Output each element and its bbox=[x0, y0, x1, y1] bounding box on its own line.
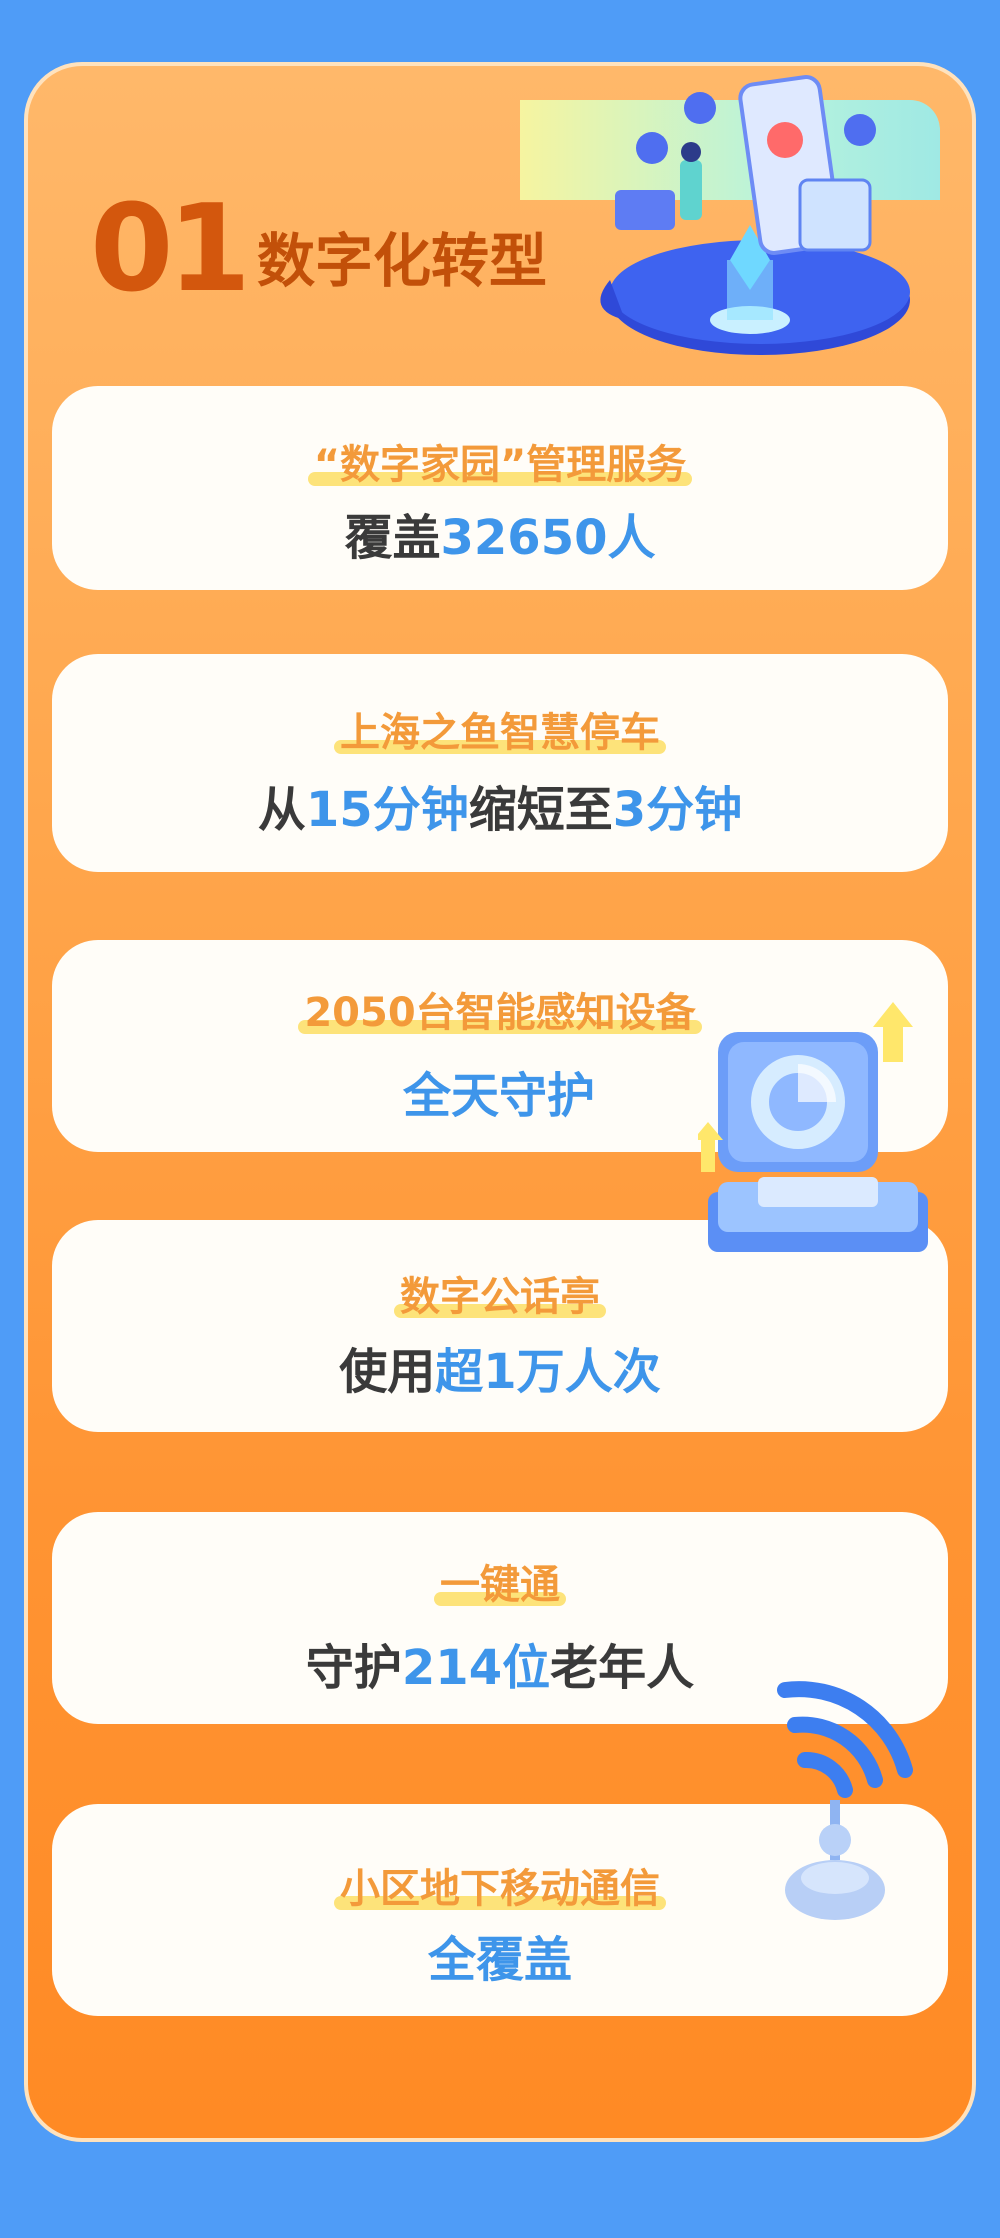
card-text: 从 bbox=[257, 782, 306, 838]
title-text: 数字化转型 bbox=[257, 227, 548, 295]
card-heading: 小区地下移动通信 bbox=[334, 1856, 666, 1914]
monitor-chart-icon bbox=[698, 1002, 928, 1252]
card-text: 缩短至 bbox=[468, 782, 613, 838]
card-highlight: 3分钟 bbox=[612, 782, 743, 838]
card-text: 老年人 bbox=[550, 1640, 695, 1696]
page-title: 01 数字化转型 bbox=[90, 190, 547, 310]
card-highlight: 15分钟 bbox=[305, 782, 469, 838]
card-heading: “数字家园”管理服务 bbox=[307, 432, 693, 490]
card-highlight: 32650人 bbox=[440, 510, 656, 566]
smartphone-hologram-icon bbox=[600, 75, 910, 355]
card-highlight: 214位 bbox=[401, 1640, 551, 1696]
stat-card-parking: 上海之鱼智慧停车 从15分钟缩短至3分钟 bbox=[52, 654, 948, 872]
card-heading: 数字公话亭 bbox=[394, 1264, 606, 1322]
card-heading: 上海之鱼智慧停车 bbox=[334, 700, 666, 758]
title-number: 01 bbox=[90, 180, 251, 319]
card-highlight: 全天守护 bbox=[402, 1068, 595, 1124]
card-text: 使用 bbox=[339, 1344, 436, 1400]
card-heading: 一键通 bbox=[434, 1552, 566, 1610]
card-text: 守护 bbox=[305, 1640, 402, 1696]
card-highlight: 全覆盖 bbox=[427, 1932, 572, 1988]
stat-card-digital-home: “数字家园”管理服务 覆盖32650人 bbox=[52, 386, 948, 590]
card-highlight: 超1万人次 bbox=[435, 1344, 661, 1400]
card-text: 覆盖 bbox=[344, 510, 441, 566]
card-heading: 2050台智能感知设备 bbox=[298, 980, 702, 1038]
signal-antenna-icon bbox=[777, 1681, 913, 1920]
